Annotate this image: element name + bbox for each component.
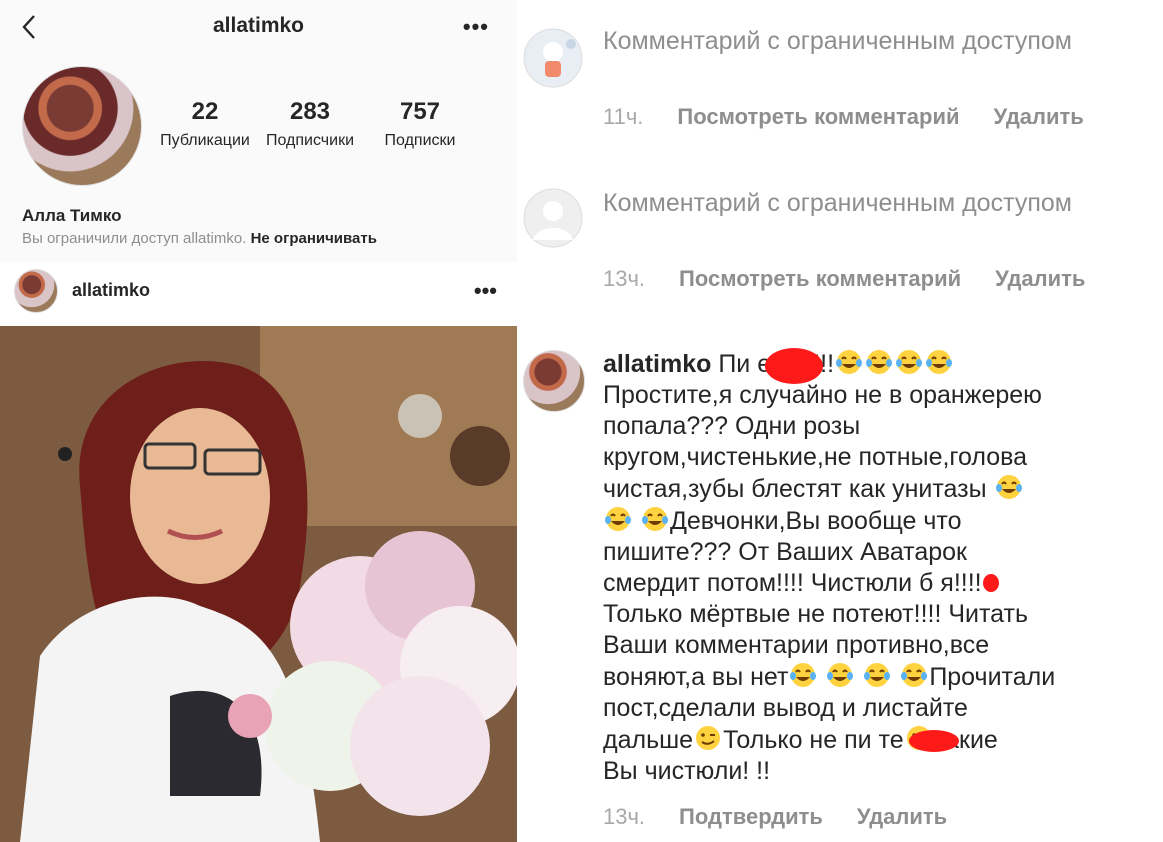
tears-of-joy-emoji: [899, 661, 929, 689]
comment-text: Комментарий с ограниченным доступом: [603, 27, 1072, 55]
profile-panel: allatimko ••• 22 Публикации 283 Подписчи…: [0, 0, 517, 842]
tears-of-joy-emoji: [924, 348, 954, 376]
tears-of-joy-emoji: [788, 661, 818, 689]
stat-following-value: 757: [399, 98, 441, 125]
tears-of-joy-emoji: [603, 505, 633, 533]
delete-comment-button[interactable]: Удалить: [995, 266, 1085, 292]
profile-avatar[interactable]: [22, 66, 142, 186]
comment-line: воняют,а вы нет: [603, 663, 789, 691]
comment-line: попала??? Одни розы: [603, 412, 861, 440]
stat-followers-label: Подписчики: [265, 132, 354, 149]
comment-line: Простите,я случайно не в оранжерею: [603, 381, 1042, 409]
post-username[interactable]: allatimko: [72, 280, 150, 301]
stat-posts[interactable]: 22 Публикации: [160, 98, 250, 150]
profile-full-name: Алла Тимко: [22, 206, 122, 225]
redaction-mark: [983, 574, 999, 592]
more-horizontal-icon[interactable]: •••: [474, 278, 497, 304]
tears-of-joy-emoji: [640, 505, 670, 533]
stat-posts-label: Публикации: [160, 132, 250, 149]
comment-time: 13ч.: [603, 804, 646, 829]
view-comment-button[interactable]: Посмотреть комментарий: [679, 266, 961, 292]
comment-time: 11ч.: [603, 104, 644, 129]
view-comment-button[interactable]: Посмотреть комментарий: [677, 104, 959, 130]
delete-comment-button[interactable]: Удалить: [857, 804, 947, 830]
stat-following[interactable]: 757 Подписки: [370, 98, 470, 150]
more-horizontal-icon[interactable]: •••: [463, 14, 489, 40]
comment-line: чистая,зубы блестят как унитазы: [603, 475, 987, 503]
redaction-mark: [765, 348, 823, 384]
post-header: allatimko •••: [0, 262, 517, 326]
profile-topbar: allatimko •••: [0, 0, 517, 56]
comments-panel: Комментарий с ограниченным доступом 11ч.…: [517, 0, 1163, 842]
profile-username: allatimko: [212, 14, 305, 37]
stat-posts-value: 22: [191, 98, 219, 125]
unrestrict-button[interactable]: Не ограничивать: [251, 230, 377, 247]
tears-of-joy-emoji: [834, 348, 864, 376]
comment-text: Комментарий с ограниченным доступом: [603, 189, 1072, 217]
restrict-notice: Вы ограничили доступ allatimko. Не огран…: [22, 230, 377, 247]
confirm-comment-button[interactable]: Подтвердить: [679, 804, 823, 830]
comment-line: Ваши комментарии противно,все: [603, 631, 990, 659]
comment-line: смердит потом!!!! Чистюли б я!!!!: [603, 569, 982, 597]
tears-of-joy-emoji: [825, 661, 855, 689]
commenter-avatar[interactable]: [523, 350, 585, 412]
wink-emoji: [693, 724, 723, 752]
post-photo-illustration: [0, 326, 517, 842]
comment-line: дальше: [603, 726, 694, 754]
profile-stats: 22 Публикации 283 Подписчики 757 Подписк…: [160, 98, 500, 150]
comment-line: кругом,чистенькие,не потные,голова: [603, 443, 1028, 471]
delete-comment-button[interactable]: Удалить: [994, 104, 1084, 130]
tears-of-joy-emoji: [864, 348, 894, 376]
comment-line: Прочитали: [929, 663, 1056, 691]
stat-followers[interactable]: 283 Подписчики: [250, 98, 370, 150]
comment-line: Только не пи те: [723, 726, 904, 754]
stat-following-label: Подписки: [384, 132, 456, 149]
tears-of-joy-emoji: [894, 348, 924, 376]
commenter-avatar[interactable]: [523, 28, 583, 88]
tears-of-joy-emoji: [862, 661, 892, 689]
comment-time: 13ч.: [603, 266, 646, 291]
stat-followers-value: 283: [289, 98, 331, 125]
default-avatar-icon[interactable]: [523, 188, 583, 248]
restricted-comment: Комментарий с ограниченным доступом 11ч.…: [517, 0, 1163, 160]
tears-of-joy-emoji: [994, 473, 1024, 501]
restricted-comment: Комментарий с ограниченным доступом 13ч.…: [517, 160, 1163, 330]
comment-line: пишите??? От Ваших Аватарок: [603, 538, 967, 566]
comment-line: пост,сделали вывод и листайте: [603, 694, 968, 722]
comment-line: Вы чистюли! !!: [603, 757, 771, 785]
comment-username[interactable]: allatimko: [603, 350, 711, 378]
comment-meta: 13ч. Посмотреть комментарий Удалить: [603, 266, 1119, 292]
comment-body: allatimko Пи еец!!!!! Простите,я случайн…: [603, 348, 1143, 787]
redaction-mark: [909, 730, 959, 752]
comment: allatimko Пи еец!!!!! Простите,я случайн…: [517, 330, 1163, 842]
restrict-note-text: Вы ограничили доступ allatimko.: [22, 230, 247, 247]
comment-meta: 11ч. Посмотреть комментарий Удалить: [603, 104, 1118, 130]
comment-line: Только мёртвые не потеют!!!! Читать: [603, 600, 1028, 628]
post-photo[interactable]: [0, 326, 517, 842]
comment-meta: 13ч. Подтвердить Удалить: [603, 804, 981, 830]
post-avatar[interactable]: [14, 269, 58, 313]
comment-line: Девчонки,Вы вообще что: [669, 507, 962, 535]
